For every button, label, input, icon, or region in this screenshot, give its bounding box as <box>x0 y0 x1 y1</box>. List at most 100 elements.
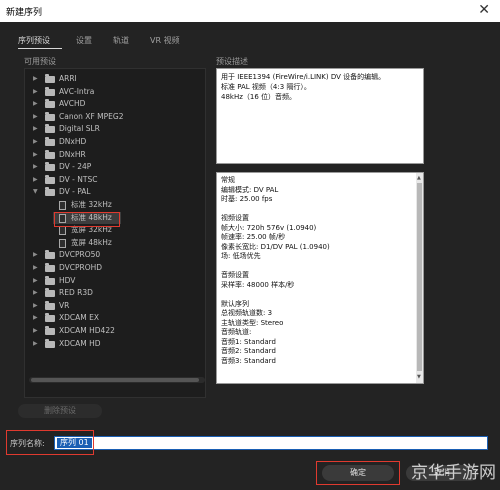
preset-file-icon <box>59 201 66 210</box>
chevron-right-icon[interactable]: ▶ <box>33 325 38 337</box>
available-presets-label: 可用预设 <box>24 57 56 66</box>
sequence-name-input[interactable]: 序列 01 <box>54 436 488 450</box>
preset-label: RED R3D <box>59 288 93 298</box>
scrollbar-thumb[interactable] <box>31 378 199 382</box>
preset-file-icon <box>59 238 66 248</box>
chevron-right-icon[interactable]: ▶ <box>33 73 38 85</box>
preset-item[interactable]: 标准 32kHz <box>25 199 205 211</box>
chevron-right-icon[interactable]: ▶ <box>33 149 38 161</box>
folder-icon <box>45 162 55 172</box>
scrollbar-thumb[interactable] <box>417 183 422 371</box>
folder-icon <box>45 74 55 83</box>
preset-label: AVC-Intra <box>59 86 95 96</box>
site-watermark: 京华手游网 <box>411 463 496 483</box>
detail-line: 帧大小: 720h 576v (1.0940) <box>221 223 317 232</box>
tab-sequence-presets[interactable]: 序列预设 <box>18 35 50 46</box>
chevron-right-icon[interactable]: ▶ <box>33 111 38 123</box>
horizontal-scrollbar[interactable] <box>29 377 205 383</box>
preset-folder[interactable]: ▶ ARRI <box>25 73 205 85</box>
close-icon[interactable]: ✕ <box>478 2 490 18</box>
folder-icon <box>45 86 55 96</box>
delete-preset-button[interactable]: 删除预设 <box>18 404 102 418</box>
chevron-right-icon[interactable]: ▶ <box>33 287 38 299</box>
preset-folder[interactable]: ▶ Digital SLR <box>25 123 205 135</box>
folder-icon <box>45 137 55 146</box>
detail-line: 帧速率: 25.00 帧/秒 <box>221 233 286 241</box>
preset-file-icon <box>59 226 66 236</box>
preset-folder[interactable]: ▶ XDCAM HD422 <box>25 325 205 337</box>
chevron-right-icon[interactable]: ▶ <box>33 300 38 312</box>
preset-folder[interactable]: ▶ VR <box>25 300 205 312</box>
chevron-right-icon[interactable]: ▶ <box>33 262 38 274</box>
preset-label: XDCAM EX <box>59 313 100 323</box>
preset-folder[interactable]: ▶ AVC-Intra <box>25 86 205 98</box>
preset-label: Digital SLR <box>59 124 100 134</box>
preset-label: Canon XF MPEG2 <box>59 111 124 121</box>
chevron-right-icon[interactable]: ▶ <box>33 338 38 350</box>
preset-label: DNxHD <box>59 137 87 146</box>
tab-vr-video[interactable]: VR 视频 <box>150 35 180 46</box>
preset-folder[interactable]: ▶ DVCPROHD <box>25 262 205 274</box>
detail-line: 主轨道类型: Stereo <box>221 318 284 327</box>
preset-label: AVCHD <box>59 99 86 109</box>
tab-tracks[interactable]: 轨道 <box>113 35 129 46</box>
preset-description-label: 预设描述 <box>216 57 248 66</box>
preset-folder[interactable]: ▶ DV - 24P <box>25 161 205 173</box>
detail-line: 编辑模式: DV PAL <box>221 185 279 194</box>
tab-settings[interactable]: 设置 <box>76 35 92 46</box>
detail-line: 音频1: Standard <box>221 337 276 346</box>
scroll-down-icon[interactable]: ▼ <box>417 373 421 383</box>
preset-item[interactable]: 宽屏 48kHz <box>25 237 205 249</box>
preset-folder[interactable]: ▶ DVCPRO50 <box>25 249 205 261</box>
folder-icon <box>45 288 55 298</box>
detail-line: 采样率: 48000 样本/秒 <box>221 280 295 289</box>
chevron-right-icon[interactable]: ▶ <box>33 123 38 135</box>
preset-folder[interactable]: ▶ XDCAM HD <box>25 338 205 350</box>
chevron-down-icon[interactable]: ▼ <box>33 186 38 198</box>
preset-label: 标准 32kHz <box>71 200 112 209</box>
preset-folder[interactable]: ▶ RED R3D <box>25 287 205 299</box>
folder-icon <box>45 187 55 197</box>
preset-folder[interactable]: ▶ AVCHD <box>25 98 205 110</box>
chevron-right-icon[interactable]: ▶ <box>33 98 38 110</box>
detail-line: 视频设置 <box>221 214 249 222</box>
preset-label: DVCPROHD <box>59 263 103 272</box>
chevron-right-icon[interactable]: ▶ <box>33 174 38 186</box>
detail-line: 音频设置 <box>221 271 249 279</box>
detail-line: 音频2: Standard <box>221 347 276 355</box>
ok-button-annotation <box>316 461 400 485</box>
description-line: 标准 PAL 视频（4:3 隔行）。 <box>221 83 311 91</box>
chevron-right-icon[interactable]: ▶ <box>33 161 38 173</box>
selected-preset-annotation <box>54 212 120 227</box>
active-tab-indicator <box>18 48 62 49</box>
chevron-right-icon[interactable]: ▶ <box>33 136 38 148</box>
preset-folder[interactable]: ▶ XDCAM EX <box>25 312 205 324</box>
folder-icon <box>45 275 55 285</box>
chevron-right-icon[interactable]: ▶ <box>33 312 38 324</box>
folder-icon <box>45 326 55 335</box>
preset-folder[interactable]: ▶ Canon XF MPEG2 <box>25 111 205 123</box>
detail-line: 场: 低场优先 <box>221 252 261 260</box>
preset-folder[interactable]: ▼ DV - PAL <box>25 186 205 198</box>
detail-line <box>221 290 419 300</box>
preset-folder[interactable]: ▶ DNxHR <box>25 149 205 161</box>
preset-label: DV - 24P <box>59 162 92 172</box>
preset-label: XDCAM HD <box>59 338 101 348</box>
folder-icon <box>45 174 55 184</box>
detail-line <box>221 262 419 272</box>
preset-folder[interactable]: ▶ DV - NTSC <box>25 174 205 186</box>
chevron-right-icon[interactable]: ▶ <box>33 275 38 287</box>
sequence-name-annotation <box>6 430 94 455</box>
chevron-right-icon[interactable]: ▶ <box>33 249 38 261</box>
folder-icon <box>45 300 55 310</box>
folder-icon <box>45 111 55 121</box>
preset-folder[interactable]: ▶ HDV <box>25 275 205 287</box>
vertical-scrollbar[interactable]: ▲ ▼ <box>416 173 423 383</box>
preset-tree[interactable]: ▶ ARRI ▶ AVC-Intra ▶ AVCHD ▶ Canon XF MPEG2 ▶ Dig… <box>24 68 206 398</box>
detail-line <box>221 205 419 215</box>
chevron-right-icon[interactable]: ▶ <box>33 86 38 98</box>
preset-label: DVCPRO50 <box>59 250 101 260</box>
folder-icon <box>45 263 55 272</box>
preset-folder[interactable]: ▶ DNxHD <box>25 136 205 148</box>
preset-label: DNxHR <box>59 149 86 159</box>
